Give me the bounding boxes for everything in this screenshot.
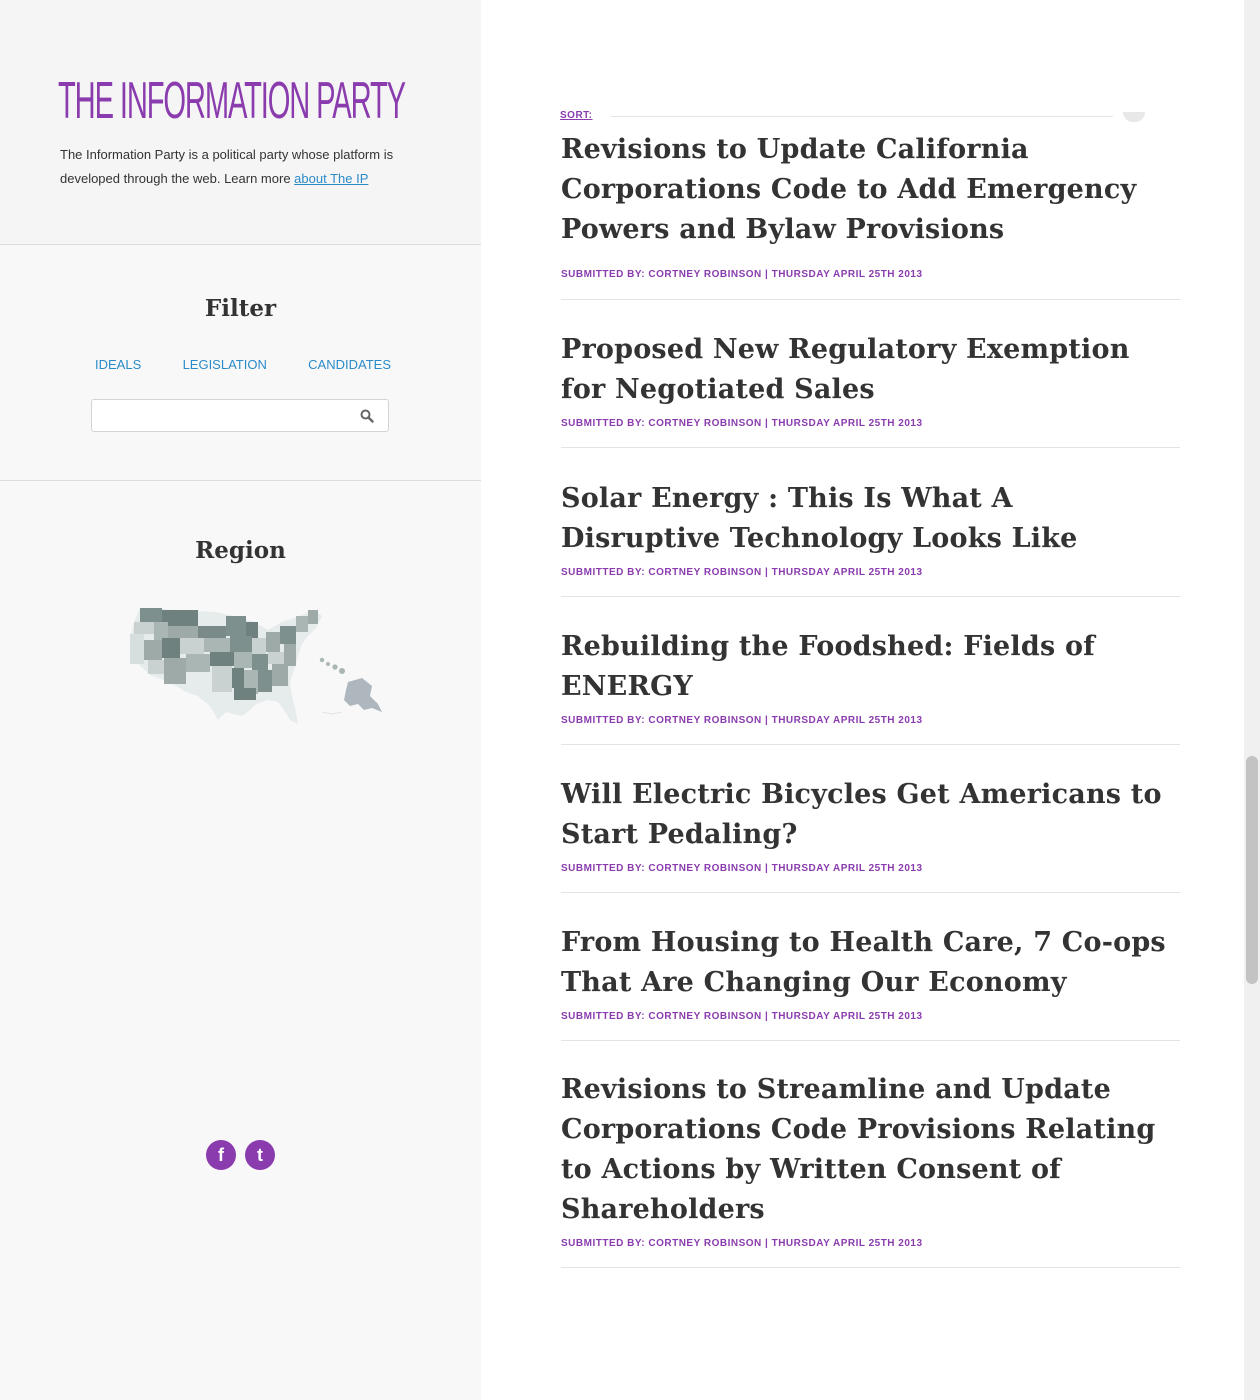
article-item[interactable]: Proposed New Regulatory Exemption for Ne…	[561, 330, 1180, 448]
search-icon[interactable]	[360, 409, 374, 423]
article-meta: SUBMITTED BY: CORTNEY ROBINSON | THURSDA…	[561, 715, 923, 726]
filter-title: Filter	[204, 295, 277, 322]
search-input[interactable]	[98, 405, 352, 428]
filter-tab-legislation[interactable]: LEGISLATION	[166, 357, 284, 375]
article-meta: SUBMITTED BY: CORTNEY ROBINSON | THURSDA…	[561, 567, 923, 578]
facebook-icon[interactable]: f	[206, 1140, 236, 1170]
article-meta: SUBMITTED BY: CORTNEY ROBINSON | THURSDA…	[561, 1011, 923, 1022]
intro-text: The Information Party is a political par…	[60, 143, 440, 191]
article-item[interactable]: Solar Energy : This Is What A Disruptive…	[561, 479, 1180, 597]
sidebar: THE INFORMATION PARTY The Information Pa…	[0, 0, 481, 1400]
article-title[interactable]: Revisions to Streamline and Update Corpo…	[561, 1070, 1180, 1230]
twitter-icon[interactable]: t	[245, 1140, 275, 1170]
article-title[interactable]: Rebuilding the Foodshed: Fields of ENERG…	[561, 627, 1180, 707]
region-title: Region	[195, 537, 286, 564]
filter-tab-ideals[interactable]: IDEALS	[78, 357, 158, 375]
social-links: f t	[206, 1140, 276, 1170]
article-item[interactable]: Revisions to Update California Corporati…	[561, 130, 1180, 300]
article-meta: SUBMITTED BY: CORTNEY ROBINSON | THURSDA…	[561, 863, 923, 874]
sidebar-header: THE INFORMATION PARTY The Information Pa…	[0, 0, 481, 245]
alaska	[344, 678, 382, 712]
article-title[interactable]: Proposed New Regulatory Exemption for Ne…	[561, 330, 1180, 410]
sort-divider	[611, 116, 1113, 117]
article-title[interactable]: Solar Energy : This Is What A Disruptive…	[561, 479, 1180, 559]
article-title[interactable]: Revisions to Update California Corporati…	[561, 130, 1180, 250]
article-item[interactable]: Rebuilding the Foodshed: Fields of ENERG…	[561, 627, 1180, 745]
sort-label[interactable]: SORT:	[560, 110, 593, 121]
scrollbar-thumb[interactable]	[1246, 756, 1258, 984]
article-title[interactable]: Will Electric Bicycles Get Americans to …	[561, 775, 1180, 855]
filter-section: Filter IDEALS LEGISLATION CANDIDATES	[0, 245, 481, 481]
search-box[interactable]	[91, 399, 389, 432]
article-meta: SUBMITTED BY: CORTNEY ROBINSON | THURSDA…	[561, 269, 923, 280]
site-logo[interactable]: THE INFORMATION PARTY	[58, 72, 406, 130]
scrollbar[interactable]	[1244, 0, 1260, 1400]
main-content: SORT: Revisions to Update California Cor…	[481, 0, 1244, 1400]
article-meta: SUBMITTED BY: CORTNEY ROBINSON | THURSDA…	[561, 1238, 923, 1249]
article-meta: SUBMITTED BY: CORTNEY ROBINSON | THURSDA…	[561, 418, 923, 429]
article-title[interactable]: From Housing to Health Care, 7 Co-ops Th…	[561, 923, 1180, 1003]
about-link[interactable]: about The IP	[294, 171, 368, 186]
hawaii	[319, 657, 345, 674]
article-item[interactable]: Revisions to Streamline and Update Corpo…	[561, 1070, 1180, 1268]
filter-tabs: IDEALS LEGISLATION CANDIDATES	[78, 357, 408, 375]
article-item[interactable]: From Housing to Health Care, 7 Co-ops Th…	[561, 923, 1180, 1041]
filter-tab-candidates[interactable]: CANDIDATES	[291, 357, 408, 375]
article-item[interactable]: Will Electric Bicycles Get Americans to …	[561, 775, 1180, 893]
us-map[interactable]	[126, 600, 386, 730]
sort-toggle-handle[interactable]	[1123, 112, 1145, 122]
